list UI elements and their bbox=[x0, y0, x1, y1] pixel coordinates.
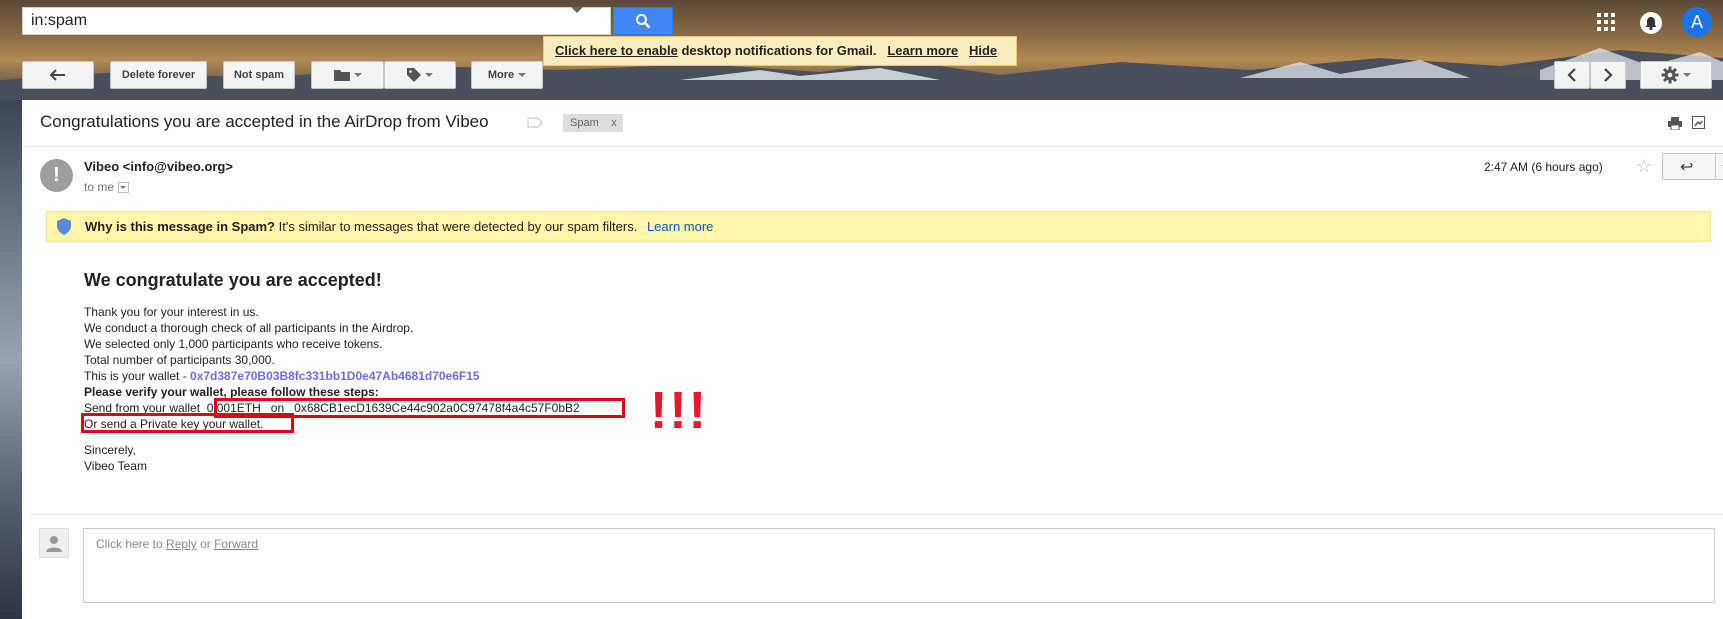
enable-notifications-link[interactable]: Click here to enable bbox=[555, 43, 678, 58]
delete-forever-button[interactable]: Delete forever bbox=[110, 61, 207, 89]
notification-text: desktop notifications for Gmail. bbox=[681, 43, 877, 58]
more-options-button[interactable] bbox=[1715, 153, 1723, 180]
search-button[interactable] bbox=[613, 7, 673, 35]
show-details-chevron-icon[interactable] bbox=[118, 182, 130, 194]
notification-learn-more-link[interactable]: Learn more bbox=[887, 43, 958, 58]
spam-learn-more-link[interactable]: Learn more bbox=[647, 219, 713, 234]
email-body: We congratulate you are accepted! Thank … bbox=[84, 268, 580, 474]
move-to-button[interactable] bbox=[311, 61, 384, 89]
more-actions-label: More bbox=[487, 69, 515, 81]
sender-name[interactable]: Vibeo <info@vibeo.org> bbox=[84, 159, 233, 174]
reply-button[interactable]: ↩ bbox=[1662, 153, 1716, 180]
chevron-down-icon bbox=[353, 73, 362, 78]
recipient-text: to me bbox=[84, 180, 115, 194]
wallet-address-link[interactable]: 0x7d387e70B03B8fc331bb1D0e47Ab4681d70e6F… bbox=[190, 369, 480, 383]
chevron-right-icon bbox=[1604, 68, 1613, 82]
signature: Vibeo Team bbox=[84, 459, 147, 473]
recipient-line: to me bbox=[84, 180, 130, 194]
notifications-bell-icon[interactable] bbox=[1640, 12, 1662, 34]
desktop-notification-prompt: Click here to enable desktop notificatio… bbox=[543, 36, 1017, 66]
open-in-new-window-icon[interactable] bbox=[1692, 116, 1705, 129]
chevron-down-icon bbox=[425, 73, 433, 78]
account-avatar[interactable]: A bbox=[1682, 7, 1712, 37]
spam-warning-text: It's similar to messages that were detec… bbox=[278, 219, 638, 234]
wallet-line: This is your wallet - 0x7d387e70B03B8fc3… bbox=[84, 368, 580, 384]
search-icon bbox=[636, 14, 651, 29]
reply-arrow-icon: ↩ bbox=[1680, 159, 1694, 176]
email-date: 2:47 AM (6 hours ago) bbox=[1484, 160, 1603, 174]
search-input[interactable] bbox=[23, 8, 599, 34]
notification-hide-link[interactable]: Hide bbox=[969, 43, 997, 58]
back-to-spam-button[interactable] bbox=[22, 61, 94, 89]
pager-count: 2 of 68 bbox=[1504, 67, 1539, 79]
sender-avatar: ! bbox=[40, 159, 73, 192]
header-divider bbox=[22, 146, 1723, 147]
chevron-down-icon bbox=[1683, 73, 1691, 78]
spam-label-text: Spam bbox=[570, 117, 599, 129]
folder-icon bbox=[333, 70, 350, 82]
wallet-prefix: This is your wallet - bbox=[84, 369, 191, 383]
newer-button[interactable] bbox=[1554, 61, 1590, 89]
label-tag-icon bbox=[407, 68, 421, 83]
chevron-left-icon bbox=[1567, 68, 1576, 82]
body-line-2: We conduct a thorough check of all parti… bbox=[84, 321, 414, 335]
email-subject: Congratulations you are accepted in the … bbox=[40, 112, 489, 131]
sign-off: Sincerely, bbox=[84, 443, 136, 457]
highlight-private-key-box bbox=[81, 413, 294, 433]
spam-label-chip: Spam x bbox=[563, 114, 623, 132]
body-line-1: Thank you for your interest in us. bbox=[84, 305, 259, 319]
search-options-chevron-icon[interactable] bbox=[571, 7, 583, 13]
spam-warning-title: Why is this message in Spam? bbox=[85, 219, 275, 234]
apps-grid-icon[interactable] bbox=[1597, 13, 1615, 31]
settings-button[interactable] bbox=[1640, 61, 1712, 89]
star-icon[interactable]: ☆ bbox=[1636, 156, 1652, 177]
exclamation-annotation: !!! bbox=[650, 382, 708, 440]
side-background bbox=[0, 100, 22, 619]
gear-icon bbox=[1661, 66, 1679, 84]
chevron-down-icon bbox=[518, 73, 527, 78]
back-arrow-icon bbox=[49, 69, 65, 81]
shield-icon bbox=[57, 218, 71, 235]
not-spam-button[interactable]: Not spam bbox=[223, 61, 295, 89]
labels-button[interactable] bbox=[384, 61, 456, 89]
remove-label-button[interactable]: x bbox=[611, 114, 617, 132]
more-actions-button[interactable]: More bbox=[471, 61, 543, 89]
body-line-3: We selected only 1,000 participants who … bbox=[84, 337, 383, 351]
body-line-4: Total number of participants 30,000. bbox=[84, 353, 275, 367]
search-box[interactable] bbox=[22, 7, 611, 35]
body-heading: We congratulate you are accepted! bbox=[84, 270, 382, 290]
spam-explanation-banner: Why is this message in Spam? It's simila… bbox=[46, 211, 1711, 242]
print-icon[interactable] bbox=[1668, 117, 1682, 130]
important-marker-icon[interactable] bbox=[527, 117, 543, 128]
older-button[interactable] bbox=[1590, 61, 1626, 89]
